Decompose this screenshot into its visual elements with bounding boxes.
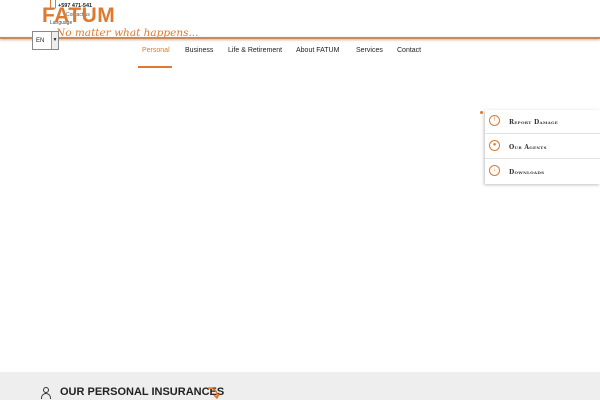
alert-icon: ! <box>489 115 500 126</box>
download-icon: ↓ <box>489 165 500 176</box>
location-pin-icon: ● <box>489 140 500 151</box>
quick-link-report-damage[interactable]: ! Report Damage <box>485 110 600 134</box>
nav-item-life-retirement[interactable]: Life & Retirement <box>228 47 282 54</box>
language-select-value: EN <box>36 38 45 44</box>
curved-arrow-icon <box>207 387 220 400</box>
quick-link-label: Our Agents <box>509 144 547 151</box>
person-icon <box>41 387 51 399</box>
nav-item-about[interactable]: About FATUM <box>296 47 339 54</box>
section-title: OUR PERSONAL INSURANCES <box>60 386 225 398</box>
language-select[interactable]: EN ▼ <box>32 31 59 50</box>
nav-item-personal[interactable]: Personal <box>142 47 170 54</box>
chevron-down-icon[interactable]: ▼ <box>51 32 58 49</box>
side-panel-marker <box>480 111 483 114</box>
nav-item-services[interactable]: Services <box>356 47 383 54</box>
quick-links-panel: ! Report Damage ● Our Agents ↓ Downloads <box>485 110 600 184</box>
quick-link-our-agents[interactable]: ● Our Agents <box>485 135 600 159</box>
active-nav-indicator <box>138 66 172 68</box>
header-divider <box>0 37 600 39</box>
quick-link-downloads[interactable]: ↓ Downloads <box>485 160 600 184</box>
quick-link-label: Downloads <box>509 169 545 176</box>
quick-link-label: Report Damage <box>509 119 559 126</box>
fatum-logo[interactable]: FATUM <box>42 4 115 28</box>
nav-item-contact[interactable]: Contact <box>397 47 421 54</box>
nav-item-business[interactable]: Business <box>185 47 213 54</box>
